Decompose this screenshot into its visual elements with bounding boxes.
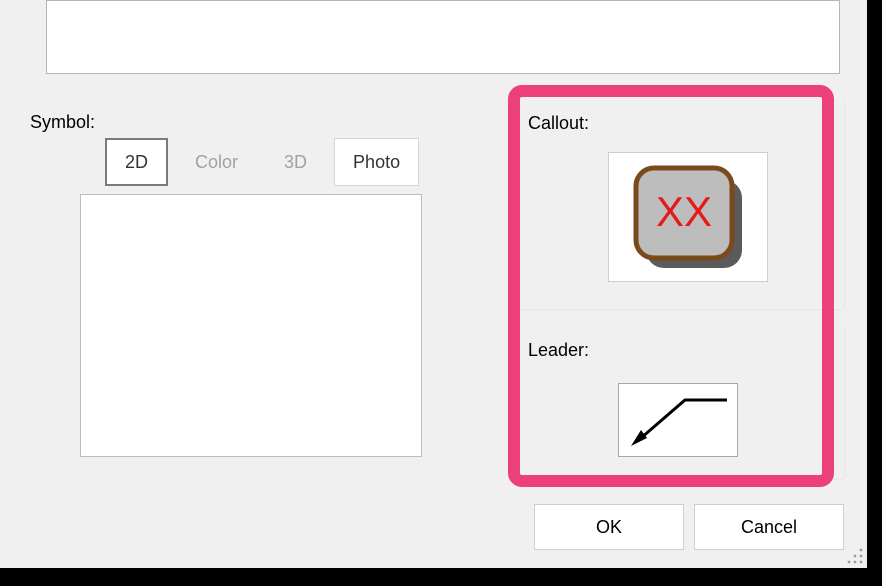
symbol-label: Symbol: [30,112,95,133]
tab-2d-label: 2D [125,152,148,173]
symbol-tab-row: 2D Color 3D Photo [105,138,419,186]
cancel-button-label: Cancel [741,517,797,538]
callout-label: Callout: [528,113,589,134]
top-list-box[interactable] [46,0,840,74]
dialog-window: Symbol: 2D Color 3D Photo Callout: XX Le… [0,0,867,568]
resize-grip-icon[interactable] [845,546,865,566]
callout-preview[interactable]: XX [608,152,768,282]
tab-color-label: Color [195,152,238,173]
ok-button-label: OK [596,517,622,538]
tab-color: Color [176,138,257,186]
symbol-preview-area[interactable] [80,194,422,457]
cancel-button[interactable]: Cancel [694,504,844,550]
tab-photo[interactable]: Photo [334,138,419,186]
tab-photo-label: Photo [353,152,400,173]
leader-label: Leader: [528,340,589,361]
leader-preview[interactable] [618,383,738,457]
ok-button[interactable]: OK [534,504,684,550]
callout-xx-icon: XX [628,162,748,272]
tab-2d[interactable]: 2D [105,138,168,186]
leader-arrow-icon [623,388,733,452]
callout-xx-text: XX [656,188,712,235]
tab-3d: 3D [265,138,326,186]
tab-3d-label: 3D [284,152,307,173]
